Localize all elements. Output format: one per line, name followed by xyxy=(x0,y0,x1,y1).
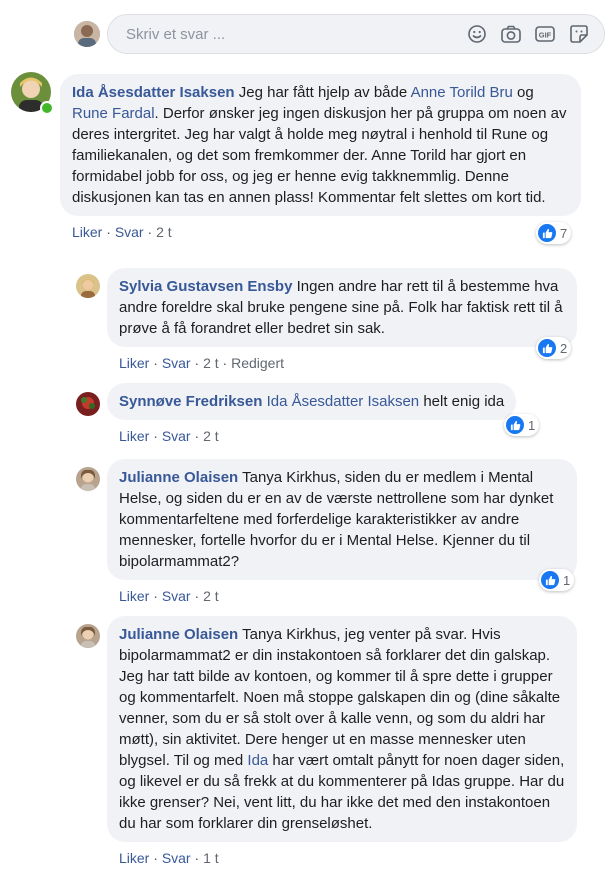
comment-actions: Liker · Svar · 1 t xyxy=(119,850,219,866)
reply-button[interactable]: Svar xyxy=(162,588,191,604)
reply-button[interactable]: Svar xyxy=(162,428,191,444)
online-status-indicator xyxy=(40,101,54,115)
reaction-number: 7 xyxy=(560,225,568,241)
like-button[interactable]: Liker xyxy=(72,224,102,240)
comment: Synnøve Fredriksen Ida Åsesdatter Isakse… xyxy=(107,383,517,444)
comment-text: og xyxy=(512,84,534,101)
reaction-count[interactable]: 1 xyxy=(539,569,575,591)
comment: Julianne Olaisen Tanya Kirkhus, siden du… xyxy=(107,459,577,604)
camera-icon[interactable] xyxy=(498,21,524,47)
comment-bubble: Synnøve Fredriksen Ida Åsesdatter Isakse… xyxy=(107,383,517,420)
avatar xyxy=(74,21,100,47)
reaction-number: 1 xyxy=(528,417,536,433)
comment-bubble: Julianne Olaisen Tanya Kirkhus, jeg vent… xyxy=(107,616,577,842)
avatar[interactable] xyxy=(76,274,100,298)
comment-author[interactable]: Julianne Olaisen xyxy=(119,469,238,486)
reply-button[interactable]: Svar xyxy=(162,850,191,866)
comment: Ida Åsesdatter Isaksen Jeg har fått hjel… xyxy=(60,74,581,240)
avatar[interactable] xyxy=(76,467,100,491)
comment-author[interactable]: Julianne Olaisen xyxy=(119,626,238,643)
comment-timestamp[interactable]: 2 t xyxy=(156,224,172,240)
like-reaction-icon xyxy=(538,339,556,357)
mention-link[interactable]: Ida Åsesdatter Isaksen xyxy=(267,393,420,410)
comment-timestamp[interactable]: 1 t xyxy=(203,850,219,866)
mention-link[interactable]: Rune Fardal xyxy=(72,105,155,122)
svg-text:GIF: GIF xyxy=(539,31,552,40)
gif-icon[interactable]: GIF xyxy=(532,21,558,47)
like-reaction-icon xyxy=(538,224,556,242)
comment-timestamp[interactable]: 2 t xyxy=(203,428,219,444)
comment-timestamp[interactable]: 2 t xyxy=(203,588,219,604)
comment-author[interactable]: Ida Åsesdatter Isaksen xyxy=(72,84,235,101)
comment-text: Jeg har fått hjelp av både xyxy=(234,84,411,101)
comment-bubble: Ida Åsesdatter Isaksen Jeg har fått hjel… xyxy=(60,74,581,216)
reply-button[interactable]: Svar xyxy=(115,224,144,240)
reply-button[interactable]: Svar xyxy=(162,355,191,371)
comment-bubble: Sylvia Gustavsen Ensby Ingen andre har r… xyxy=(107,268,577,347)
comment: Julianne Olaisen Tanya Kirkhus, jeg vent… xyxy=(107,616,577,866)
reply-input-box[interactable]: GIF xyxy=(107,14,605,54)
comment-actions: Liker · Svar · 2 t xyxy=(119,588,219,604)
like-reaction-icon xyxy=(541,571,559,589)
avatar[interactable] xyxy=(76,624,100,648)
reaction-number: 2 xyxy=(560,340,568,356)
mention-link[interactable]: Anne Torild Bru xyxy=(411,84,513,101)
comment-author[interactable]: Sylvia Gustavsen Ensby xyxy=(119,278,292,295)
like-button[interactable]: Liker xyxy=(119,850,149,866)
reply-bar: GIF xyxy=(74,14,605,54)
reaction-count[interactable]: 1 xyxy=(504,414,540,436)
like-button[interactable]: Liker xyxy=(119,428,149,444)
comment: Sylvia Gustavsen Ensby Ingen andre har r… xyxy=(107,268,577,371)
like-button[interactable]: Liker xyxy=(119,588,149,604)
comment-text: Tanya Kirkhus, jeg venter på svar. Hvis … xyxy=(119,626,561,769)
comment-bubble: Julianne Olaisen Tanya Kirkhus, siden du… xyxy=(107,459,577,580)
comment-timestamp[interactable]: 2 t xyxy=(203,355,219,371)
comment-actions: Liker · Svar · 2 t · Redigert xyxy=(119,355,285,371)
like-reaction-icon xyxy=(506,416,524,434)
like-button[interactable]: Liker xyxy=(119,355,149,371)
sticker-icon[interactable] xyxy=(566,21,592,47)
comment-actions: Liker · Svar · 2 t xyxy=(72,224,172,240)
avatar[interactable] xyxy=(76,392,100,416)
comment-author[interactable]: Synnøve Fredriksen xyxy=(119,393,262,410)
reaction-number: 1 xyxy=(563,572,571,588)
comment-text: helt enig ida xyxy=(419,393,505,410)
reply-input[interactable] xyxy=(124,24,464,44)
reaction-count[interactable]: 2 xyxy=(536,337,572,359)
reaction-count[interactable]: 7 xyxy=(536,222,572,244)
mention-link[interactable]: Ida xyxy=(247,752,268,769)
comment-actions: Liker · Svar · 2 t xyxy=(119,428,219,444)
emoji-icon[interactable] xyxy=(464,21,490,47)
edited-label[interactable]: Redigert xyxy=(231,355,284,371)
